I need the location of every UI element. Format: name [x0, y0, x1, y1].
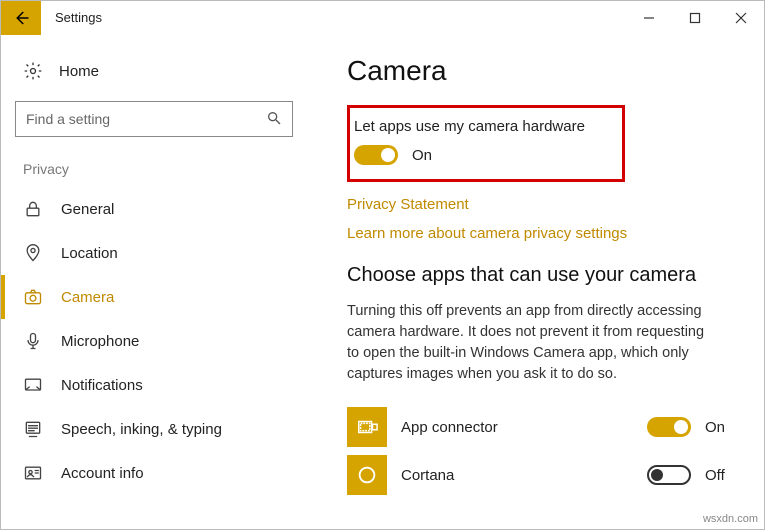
sidebar-item-label: Account info — [61, 465, 144, 482]
page-title: Camera — [347, 55, 734, 87]
sidebar-item-label: Camera — [61, 289, 114, 306]
choose-apps-heading: Choose apps that can use your camera — [347, 264, 734, 287]
sidebar-item-label: Location — [61, 245, 118, 262]
camera-icon — [23, 287, 43, 307]
privacy-statement-link[interactable]: Privacy Statement — [347, 196, 734, 213]
sidebar-item-label: Microphone — [61, 333, 139, 350]
app-row-app-connector: App connector On — [347, 403, 737, 451]
close-button[interactable] — [718, 1, 764, 35]
learn-more-link[interactable]: Learn more about camera privacy settings — [347, 225, 734, 242]
app-name: App connector — [401, 419, 633, 436]
app-connector-state: On — [705, 419, 737, 436]
sidebar-item-label: Speech, inking, & typing — [61, 421, 222, 438]
highlight-box: Let apps use my camera hardware On — [347, 105, 625, 182]
choose-apps-desc: Turning this off prevents an app from di… — [347, 301, 707, 385]
section-header-privacy: Privacy — [23, 161, 309, 177]
search-box[interactable] — [15, 101, 293, 137]
lock-icon — [23, 199, 43, 219]
microphone-icon — [23, 331, 43, 351]
search-input[interactable] — [26, 111, 266, 127]
app-connector-icon — [347, 407, 387, 447]
camera-hw-state: On — [412, 147, 432, 164]
cortana-icon — [347, 455, 387, 495]
minimize-button[interactable] — [626, 1, 672, 35]
camera-hw-toggle[interactable] — [354, 145, 398, 165]
back-button[interactable] — [1, 1, 41, 35]
speech-icon — [23, 419, 43, 439]
notifications-icon — [23, 375, 43, 395]
maximize-button[interactable] — [672, 1, 718, 35]
app-row-cortana: Cortana Off — [347, 451, 737, 499]
app-name: Cortana — [401, 467, 633, 484]
camera-hw-label: Let apps use my camera hardware — [354, 118, 608, 135]
home-label: Home — [59, 63, 99, 80]
location-icon — [23, 243, 43, 263]
sidebar-item-label: General — [61, 201, 114, 218]
sidebar-item-account[interactable]: Account info — [15, 451, 309, 495]
gear-icon — [23, 61, 43, 81]
app-connector-toggle[interactable] — [647, 417, 691, 437]
sidebar-item-notifications[interactable]: Notifications — [15, 363, 309, 407]
sidebar-item-location[interactable]: Location — [15, 231, 309, 275]
sidebar-item-label: Notifications — [61, 377, 143, 394]
window-title: Settings — [55, 10, 102, 25]
search-icon — [266, 110, 282, 129]
sidebar-item-camera[interactable]: Camera — [15, 275, 309, 319]
cortana-state: Off — [705, 467, 737, 484]
watermark: wsxdn.com — [703, 513, 758, 525]
cortana-toggle[interactable] — [647, 465, 691, 485]
account-icon — [23, 463, 43, 483]
home-link[interactable]: Home — [15, 55, 309, 87]
sidebar-item-general[interactable]: General — [15, 187, 309, 231]
sidebar-item-microphone[interactable]: Microphone — [15, 319, 309, 363]
sidebar-item-speech[interactable]: Speech, inking, & typing — [15, 407, 309, 451]
